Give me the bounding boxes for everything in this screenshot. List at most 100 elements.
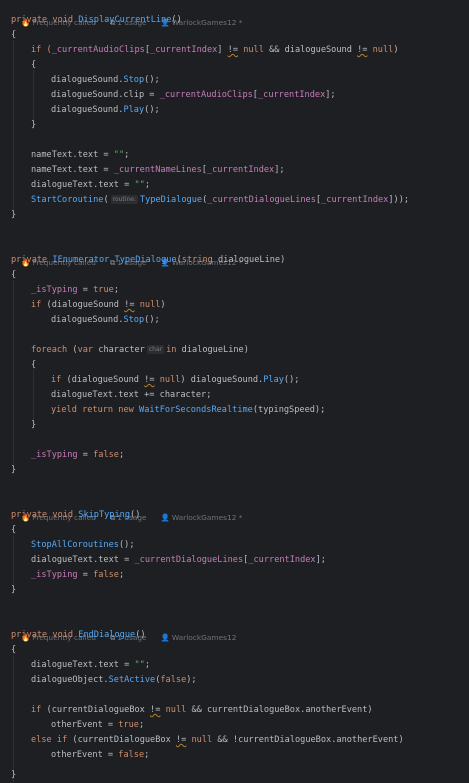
- method-name: TypeDialogue: [114, 255, 177, 265]
- operator: !=: [227, 45, 239, 55]
- code-line[interactable]: }: [11, 208, 16, 223]
- code-line[interactable]: else if (currentDialogueBox != null && !…: [31, 733, 404, 748]
- code-line[interactable]: {: [31, 58, 36, 73]
- field: _currentIndex: [150, 45, 218, 55]
- author-label: WarlockGames12 *: [171, 18, 243, 27]
- indent-guide: [13, 535, 14, 585]
- code-line[interactable]: private IEnumerator TypeDialogue(string …: [11, 253, 285, 268]
- code-line[interactable]: nameText.text = _currentNameLines[_curre…: [31, 163, 285, 178]
- method-name: DisplayCurrentLine: [78, 15, 172, 25]
- code-line[interactable]: {: [11, 643, 16, 658]
- keyword: string: [181, 255, 213, 265]
- code-line[interactable]: {: [11, 268, 16, 283]
- code-line[interactable]: dialogueText.text = "";: [31, 658, 150, 673]
- operator: &&: [212, 735, 233, 745]
- field: _currentAudioClips: [159, 90, 253, 100]
- code-line[interactable]: private void DisplayCurrentLine(): [11, 13, 182, 28]
- code-line[interactable]: nameText.text = "";: [31, 148, 129, 163]
- identifier: character: [93, 345, 145, 355]
- code-line[interactable]: {: [31, 358, 36, 373]
- code-line[interactable]: if (dialogueSound != null) dialogueSound…: [51, 373, 299, 388]
- code-line[interactable]: {: [11, 28, 16, 43]
- punctuation: ;: [138, 720, 145, 730]
- identifier: dialogueText.text =: [31, 555, 135, 565]
- code-line[interactable]: dialogueSound.clip = _currentAudioClips[…: [51, 88, 336, 103]
- field: _currentDialogueLines: [134, 555, 244, 565]
- code-line[interactable]: {: [11, 523, 16, 538]
- code-line[interactable]: dialogueSound.Stop();: [51, 313, 160, 328]
- code-line[interactable]: otherEvent = true;: [51, 718, 144, 733]
- identifier: currentDialogueBox: [51, 705, 145, 715]
- operator: !=: [150, 705, 161, 715]
- keyword: true: [93, 285, 114, 295]
- code-line[interactable]: foreach (var character char in dialogueLin…: [31, 343, 249, 358]
- punctuation: (): [130, 510, 141, 520]
- method-call: Stop: [123, 75, 145, 85]
- author-label: WarlockGames12: [171, 633, 237, 642]
- keyword: false: [93, 450, 119, 460]
- punctuation: ;: [144, 660, 151, 670]
- code-line[interactable]: dialogueText.text = "";: [31, 178, 150, 193]
- identifier: otherEvent: [51, 750, 103, 760]
- operator: =: [77, 570, 94, 580]
- method-name: EndDialogue: [78, 630, 136, 640]
- code-line[interactable]: dialogueObject.SetActive(false);: [31, 673, 197, 688]
- code-line[interactable]: }: [11, 768, 16, 783]
- code-line[interactable]: otherEvent = false;: [51, 748, 149, 763]
- code-line[interactable]: _isTyping = false;: [31, 568, 124, 583]
- punctuation: (): [171, 15, 182, 25]
- author-icon: 👤: [160, 633, 170, 642]
- code-line[interactable]: dialogueText.text = _currentDialogueLine…: [31, 553, 326, 568]
- punctuation: ;: [144, 180, 151, 190]
- keyword: null: [191, 735, 213, 745]
- keyword: private void: [11, 15, 79, 25]
- identifier: dialogueText.text += character;: [51, 390, 212, 400]
- indent-guide: [13, 655, 14, 783]
- brace: }: [11, 465, 17, 475]
- identifier: .anotherEvent: [300, 705, 368, 715]
- code-editor[interactable]: 🔥 Frequently called ⧉ 1 usage 👤 WarlockGames1…: [0, 0, 469, 783]
- type-name: WaitForSecondsRealtime: [139, 405, 253, 415]
- code-line[interactable]: dialogueSound.Play();: [51, 103, 160, 118]
- keyword: else: [31, 735, 52, 745]
- identifier: dialogueSound.: [190, 375, 264, 385]
- brace: }: [11, 210, 17, 220]
- operator: &&: [186, 705, 207, 715]
- punctuation: ();: [144, 105, 160, 115]
- code-line[interactable]: yield return new WaitForSecondsRealtime(…: [51, 403, 325, 418]
- punctuation: ;: [113, 285, 119, 295]
- keyword: if: [31, 705, 42, 715]
- string: "": [113, 150, 125, 160]
- indent-guide: [13, 40, 14, 210]
- code-line[interactable]: _isTyping = true;: [31, 283, 119, 298]
- type-hint: char: [146, 345, 165, 354]
- code-line[interactable]: dialogueSound.Stop();: [51, 73, 160, 88]
- code-line[interactable]: StopAllCoroutines();: [31, 538, 135, 553]
- method-name: SkipTyping: [78, 510, 131, 520]
- identifier: dialogueSound: [71, 375, 139, 385]
- code-line[interactable]: }: [31, 118, 36, 133]
- code-line[interactable]: }: [31, 418, 36, 433]
- code-line[interactable]: if (currentDialogueBox != null && curren…: [31, 703, 373, 718]
- code-line[interactable]: private void SkipTyping(): [11, 508, 140, 523]
- code-line[interactable]: }: [11, 463, 16, 478]
- code-line[interactable]: _isTyping = false;: [31, 448, 124, 463]
- identifier: dialogueSound.: [51, 105, 124, 115]
- code-line[interactable]: if (dialogueSound != null): [31, 298, 166, 313]
- field: _currentIndex: [257, 90, 326, 100]
- punctuation: ;: [144, 750, 150, 760]
- field: _currentNameLines: [113, 165, 202, 175]
- code-line[interactable]: StartCoroutine(routine: TypeDialogue(_cur…: [31, 193, 409, 208]
- operator: =: [77, 285, 94, 295]
- keyword: if: [56, 735, 68, 745]
- brace: }: [11, 770, 17, 780]
- code-line[interactable]: if (_currentAudioClips[_currentIndex] !=…: [31, 43, 399, 58]
- code-line[interactable]: private void EndDialogue(): [11, 628, 146, 643]
- code-line[interactable]: }: [11, 583, 16, 598]
- punctuation: ]));: [388, 195, 410, 205]
- brace: }: [31, 420, 37, 430]
- keyword: private void: [11, 510, 79, 520]
- code-line[interactable]: dialogueText.text += character;: [51, 388, 211, 403]
- field: _currentAudioClips: [51, 45, 145, 55]
- identifier: otherEvent: [51, 720, 103, 730]
